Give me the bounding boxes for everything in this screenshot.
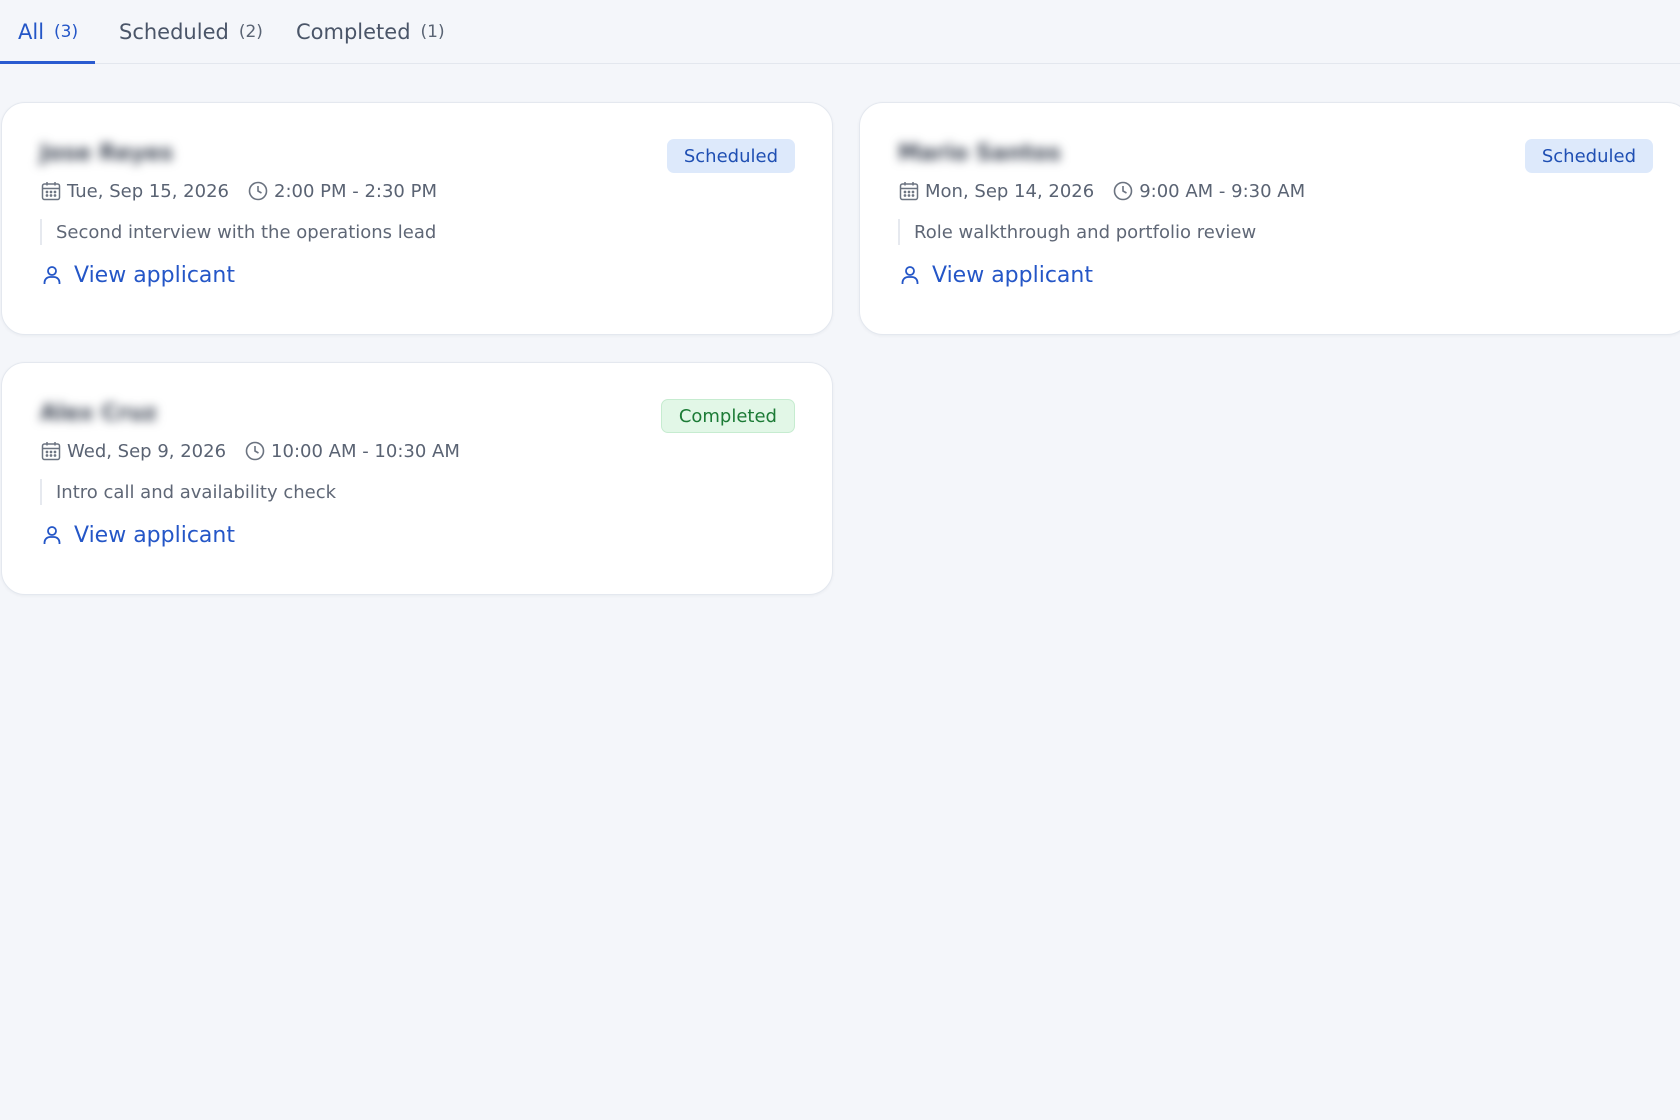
interview-card: Jose Reyes Scheduled Tue, Sep 15, 2026 2… (1, 102, 833, 335)
applicant-name: Alex Cruz (40, 401, 157, 426)
interview-date: Mon, Sep 14, 2026 (925, 180, 1095, 202)
calendar-icon (898, 180, 920, 202)
applicant-name: Jose Reyes (40, 141, 174, 166)
view-applicant-label: View applicant (932, 262, 1093, 288)
clock-icon (1112, 180, 1134, 202)
tab-scheduled[interactable]: Scheduled (2) (119, 0, 263, 64)
view-applicant-link[interactable]: View applicant (40, 517, 235, 553)
interview-meta: Mon, Sep 14, 2026 9:00 AM - 9:30 AM (898, 176, 1305, 206)
applicant-name: Mario Santos (898, 141, 1061, 166)
tab-all[interactable]: All (3) (18, 0, 78, 64)
interview-card: Alex Cruz Completed Wed, Sep 9, 2026 10:… (1, 362, 833, 595)
status-badge: Scheduled (666, 139, 795, 173)
calendar-icon (40, 440, 62, 462)
view-applicant-label: View applicant (74, 262, 235, 288)
tab-all-count: (3) (54, 22, 79, 42)
filter-tabs: All (3) Scheduled (2) Completed (1) (0, 0, 1680, 64)
view-applicant-label: View applicant (74, 522, 235, 548)
tab-completed[interactable]: Completed (1) (296, 0, 445, 64)
clock-icon (244, 440, 266, 462)
view-applicant-link[interactable]: View applicant (40, 257, 235, 293)
tab-completed-count: (1) (420, 22, 445, 42)
interview-time: 9:00 AM - 9:30 AM (1139, 180, 1306, 202)
tab-completed-label: Completed (296, 20, 411, 44)
user-icon (40, 523, 64, 547)
interview-note: Second interview with the operations lea… (40, 219, 436, 245)
interview-meta: Tue, Sep 15, 2026 2:00 PM - 2:30 PM (40, 176, 437, 206)
status-badge: Scheduled (1524, 139, 1653, 173)
user-icon (40, 263, 64, 287)
interview-date: Tue, Sep 15, 2026 (67, 180, 229, 202)
tab-scheduled-label: Scheduled (119, 20, 229, 44)
interview-time: 10:00 AM - 10:30 AM (271, 440, 460, 462)
interview-time: 2:00 PM - 2:30 PM (274, 180, 437, 202)
interview-note: Intro call and availability check (40, 479, 336, 505)
interview-date: Wed, Sep 9, 2026 (67, 440, 227, 462)
view-applicant-link[interactable]: View applicant (898, 257, 1093, 293)
status-badge: Completed (660, 399, 795, 433)
interview-card: Mario Santos Scheduled Mon, Sep 14, 2026… (859, 102, 1680, 335)
clock-icon (247, 180, 269, 202)
interview-note: Role walkthrough and portfolio review (898, 219, 1256, 245)
active-tab-indicator (0, 61, 95, 64)
tab-all-label: All (18, 20, 45, 44)
calendar-icon (40, 180, 62, 202)
interview-meta: Wed, Sep 9, 2026 10:00 AM - 10:30 AM (40, 436, 460, 466)
tab-scheduled-count: (2) (238, 22, 263, 42)
user-icon (898, 263, 922, 287)
